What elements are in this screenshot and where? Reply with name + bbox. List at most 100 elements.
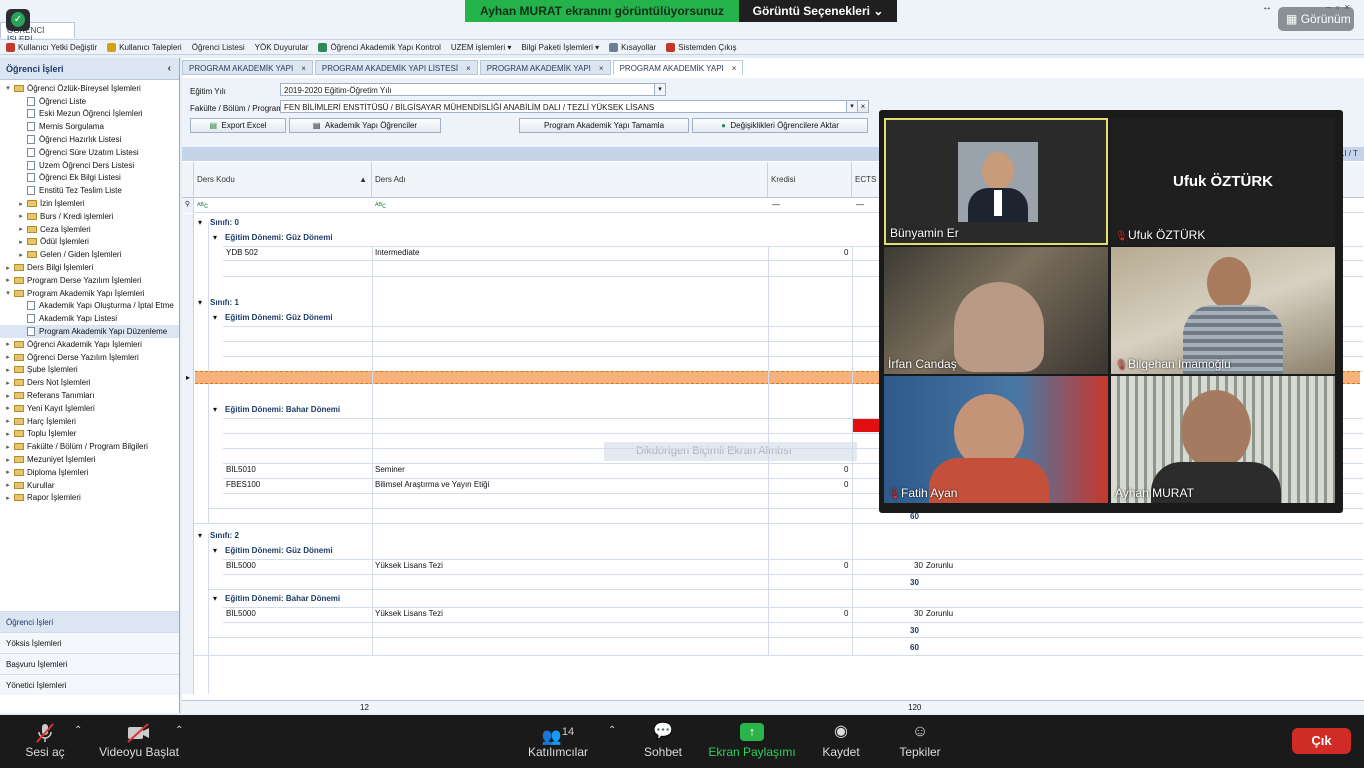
window-controls[interactable]: –▫× [1326,2,1354,12]
dropdown-arrow-icon[interactable]: ▾ [654,84,665,95]
tree-item[interactable]: Öğrenci Hazırlık Listesi [0,133,179,146]
column-header-code[interactable]: Ders Kodu ▲ [194,162,372,198]
share-screen-button[interactable]: ↑ Ekran Paylaşımı [706,715,798,768]
view-options-button[interactable]: Görüntü Seçenekleri ⌄ [739,0,897,22]
cell-code[interactable]: YDB 502 [226,248,258,257]
toolbar-item-1[interactable]: Kullanıcı Talepleri [107,42,182,52]
expand-toggle-icon[interactable]: ▸ [17,200,25,208]
cell-credit[interactable]: 0 [844,465,848,474]
expand-toggle-icon[interactable]: ▸ [4,353,12,361]
toolbar-item-7[interactable]: Kısayollar [609,42,656,52]
transfer-changes-button[interactable]: ● Değişiklikleri Öğrencilere Aktar [692,118,868,133]
audio-options-caret-icon[interactable]: ⌃ [74,725,82,736]
nav-section-button[interactable]: Yönetici İşlemleri [0,674,179,695]
expand-toggle-icon[interactable]: ▸ [4,430,12,438]
tree-item[interactable]: ▾ Öğrenci Özlük-Bireysel İşlemleri [0,82,179,95]
expand-toggle-icon[interactable]: ▸ [4,379,12,387]
column-header-credit[interactable]: Kredisi [768,162,852,198]
cell-code[interactable]: BIL5000 [226,561,256,570]
filter-ects-dash[interactable]: — [856,200,864,209]
expand-toggle-icon[interactable]: ▸ [4,340,12,348]
expand-toggle-icon[interactable]: ▸ [4,276,12,284]
nav-section-button[interactable]: Başvuru İşlemleri [0,653,179,674]
tree-item[interactable]: ▸ Ceza İşlemleri [0,223,179,236]
tree-item[interactable]: ▸ Rapor İşlemleri [0,492,179,505]
tree-item[interactable]: ▸ Toplu İşlemler [0,428,179,441]
group-toggle-icon[interactable]: ▾ [213,546,217,555]
tree-item[interactable]: ▸ Ödül İşlemleri [0,236,179,249]
cell-ects[interactable]: 30 [914,561,923,570]
export-excel-button[interactable]: ▤ Export Excel [190,118,286,133]
video-tile[interactable]: 🎙Bilgehan İmamoğlu [1111,247,1335,374]
unmute-button[interactable]: Sesi aç [20,715,70,768]
close-tab-icon[interactable]: × [466,64,471,73]
participants-options-caret-icon[interactable]: ⌃ [608,725,616,736]
record-button[interactable]: ◉ Kaydet [816,715,866,768]
video-tile[interactable]: Ufuk ÖZTÜRK 🎙Ufuk ÖZTÜRK [1111,118,1335,245]
tree-item[interactable]: ▸ Ders Not İşlemleri [0,376,179,389]
expand-toggle-icon[interactable]: ▸ [4,417,12,425]
tree-item[interactable]: Öğrenci Liste [0,95,179,108]
expand-toggle-icon[interactable]: ▸ [17,251,25,259]
tree-item[interactable]: ▸ Kurullar [0,479,179,492]
expand-toggle-icon[interactable]: ▾ [4,289,12,297]
expand-toggle-icon[interactable]: ▸ [17,225,25,233]
group-toggle-icon[interactable]: ▾ [198,531,202,540]
cell-code[interactable]: BIL5000 [226,609,256,618]
tree-item[interactable]: ▸ Diploma İşlemleri [0,466,179,479]
expand-toggle-icon[interactable]: ▸ [4,494,12,502]
toolbar-item-8[interactable]: Sistemden Çıkış [666,42,737,52]
tree-item[interactable]: Eski Mezun Öğrenci İşlemleri [0,108,179,121]
document-tab[interactable]: PROGRAM AKADEMİK YAPI × [612,60,744,75]
reactions-button[interactable]: ☺ Tepkiler [894,715,946,768]
expand-toggle-icon[interactable]: ▸ [4,366,12,374]
chat-button[interactable]: 💬 Sohbet [638,715,688,768]
tree-item[interactable]: Enstitü Tez Teslim Liste [0,184,179,197]
cell-credit[interactable]: 0 [844,248,848,257]
video-tile[interactable]: Bünyamin Er [884,118,1108,245]
video-tile[interactable]: 🎙Fatih Ayan [884,376,1108,503]
expand-toggle-icon[interactable]: ▾ [4,84,12,92]
toolbar-item-2[interactable]: Öğrenci Listesi [192,43,245,52]
toolbar-item-3[interactable]: YÖK Duyurular [255,43,309,52]
expand-toggle-icon[interactable]: ▸ [4,443,12,451]
tree-item[interactable]: ▸ Gelen / Giden İşlemleri [0,248,179,261]
tree-item[interactable]: ▸ Burs / Kredi işlemleri [0,210,179,223]
cell-type[interactable]: Zorunlu [926,609,953,618]
document-tab[interactable]: PROGRAM AKADEMİK YAPI × [182,60,313,75]
cell-name[interactable]: Intermediate [375,248,419,257]
column-header-name[interactable]: Ders Adı [372,162,768,198]
year-select[interactable]: 2019-2020 Eğitim-Öğretim Yılı ▾ [280,83,666,96]
video-tile[interactable]: Ayhan MURAT [1111,376,1335,503]
security-shield-icon[interactable]: ✓ [6,9,30,31]
group-toggle-icon[interactable]: ▾ [213,405,217,414]
expand-toggle-icon[interactable]: ▸ [4,468,12,476]
expand-toggle-icon[interactable]: ▸ [17,238,25,246]
cell-name[interactable]: Yüksek Lisans Tezi [375,561,443,570]
group-toggle-icon[interactable]: ▾ [198,298,202,307]
dropdown-arrow-icon[interactable]: ▾ [846,101,857,112]
toolbar-item-5[interactable]: UZEM işlemleri ▾ [451,43,511,52]
tree-item[interactable]: Öğrenci Ek Bilgi Listesi [0,172,179,185]
tree-item[interactable]: ▸ Program Derse Yazılım İşlemleri [0,274,179,287]
nav-section-button[interactable]: Yöksis İşlemleri [0,632,179,653]
close-tab-icon[interactable]: × [732,64,737,73]
cell-code[interactable]: FBES100 [226,480,260,489]
toolbar-item-6[interactable]: Bilgi Paketi İşlemleri ▾ [521,43,599,52]
tree-item[interactable]: ▸ Referans Tanımları [0,389,179,402]
group-toggle-icon[interactable]: ▾ [213,233,217,242]
close-tab-icon[interactable]: × [301,64,306,73]
collapse-chevron-icon[interactable]: ‹ [168,63,171,74]
filter-credit-dash[interactable]: — [772,200,780,209]
leave-meeting-button[interactable]: Çık [1292,728,1351,754]
document-tab[interactable]: PROGRAM AKADEMİK YAPI × [479,60,611,75]
close-tab-icon[interactable]: × [599,64,604,73]
cell-name[interactable]: Bilimsel Araştırma ve Yayın Etiği [375,480,489,489]
cell-code[interactable]: BIL5010 [226,465,256,474]
tree-item[interactable]: ▸ Öğrenci Akademik Yapı İşlemleri [0,338,179,351]
video-tile[interactable]: İrfan Candaş [884,247,1108,374]
resize-arrow-icon[interactable]: ↔ [1262,2,1272,13]
group-toggle-icon[interactable]: ▾ [198,218,202,227]
tree-item[interactable]: Program Akademik Yapı Düzenleme [0,325,179,338]
tree-item[interactable]: Akademik Yapı Listesi [0,312,179,325]
